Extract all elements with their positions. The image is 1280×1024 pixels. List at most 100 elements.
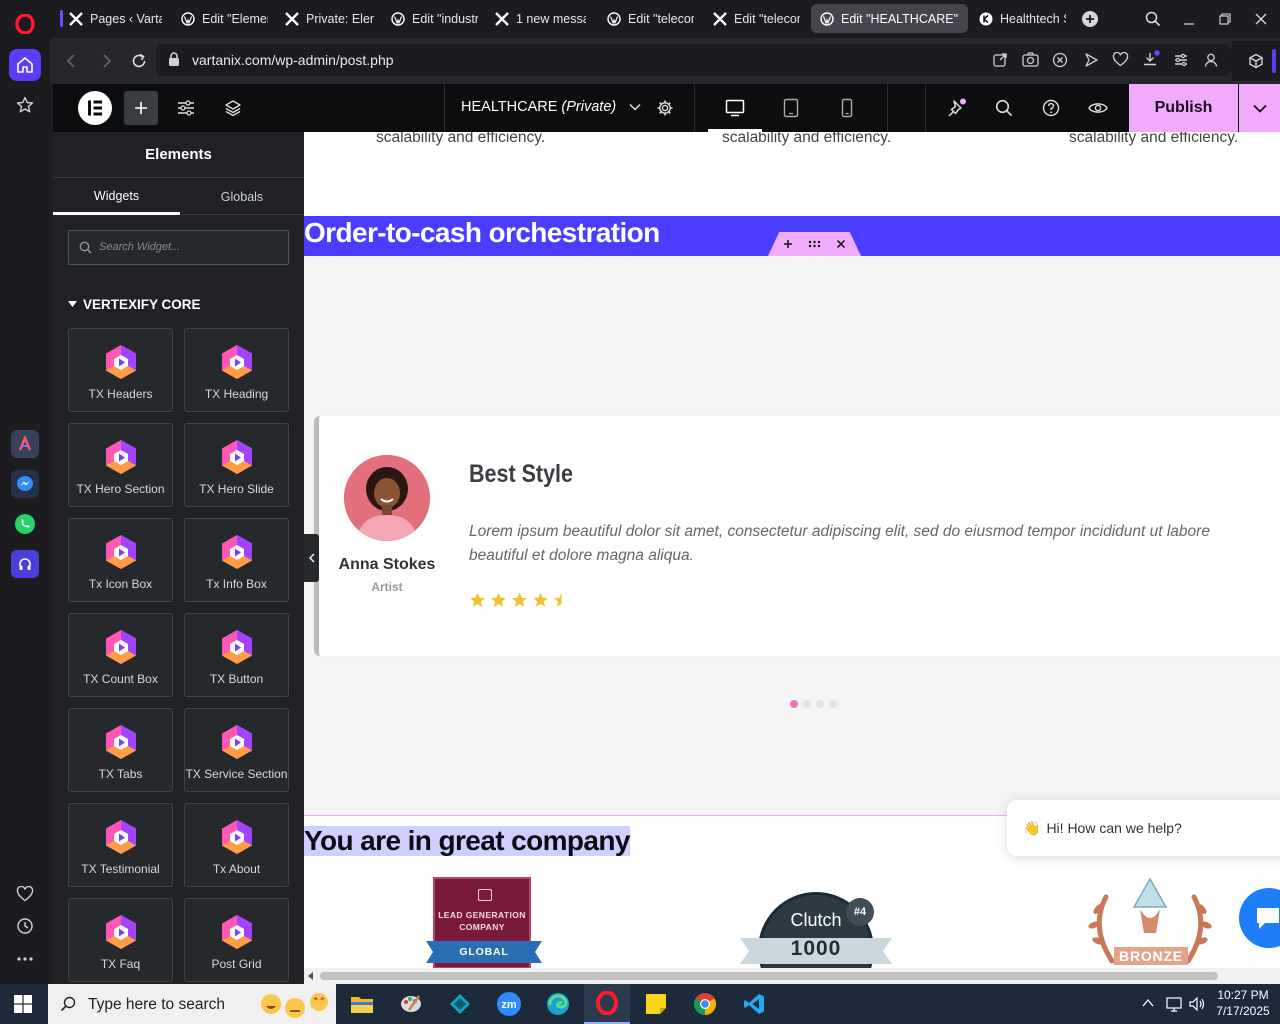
favorites-heart-icon[interactable] <box>1112 52 1129 67</box>
restore-icon[interactable] <box>1207 0 1243 38</box>
scroll-thumb[interactable] <box>320 972 1218 980</box>
tab-widgets[interactable]: Widgets <box>53 179 180 215</box>
edge-browser-icon[interactable] <box>535 984 581 1024</box>
widget-item[interactable]: TX Service Section <box>184 708 289 792</box>
widget-item[interactable]: TX Count Box <box>68 613 173 697</box>
share-icon[interactable] <box>992 52 1008 68</box>
flow-icon[interactable] <box>1083 52 1099 68</box>
badge-bronze-label: BRONZE <box>1119 948 1183 964</box>
chevron-up-icon[interactable] <box>1141 996 1155 1010</box>
easy-setup-icon[interactable] <box>1173 52 1189 68</box>
tab[interactable]: 1 new messag <box>486 4 594 33</box>
minimize-icon[interactable] <box>1171 0 1207 38</box>
search-widget-input[interactable]: Search Widget... <box>68 230 289 265</box>
category-header[interactable]: VERTEXIFY CORE <box>68 297 201 312</box>
widget-item[interactable]: Tx Info Box <box>184 518 289 602</box>
help-icon[interactable] <box>1040 84 1062 132</box>
scroll-left-icon[interactable] <box>308 972 314 980</box>
badge-line-2: COMPANY <box>459 922 505 932</box>
widget-item[interactable]: TX Heading <box>184 328 289 412</box>
zoom-app-icon[interactable]: zm <box>486 984 532 1024</box>
tradingview-icon[interactable] <box>437 984 483 1024</box>
desktop-view-icon[interactable] <box>708 84 762 132</box>
adblock-icon[interactable] <box>1052 52 1068 68</box>
add-element-button[interactable] <box>124 91 158 125</box>
widget-item[interactable]: TX Tabs <box>68 708 173 792</box>
tab[interactable]: Edit "telecomn <box>704 4 808 33</box>
svg-text:zm: zm <box>501 999 517 1011</box>
publish-button[interactable]: Publish <box>1129 84 1238 132</box>
whatsapp-icon[interactable] <box>11 510 39 538</box>
tab[interactable]: Edit "telecomn <box>598 4 702 33</box>
widget-item[interactable]: TX Testimonial <box>68 803 173 887</box>
tab[interactable]: Edit "Elementor <box>172 4 276 33</box>
profile-icon[interactable] <box>1203 52 1219 68</box>
file-explorer-icon[interactable] <box>339 984 385 1024</box>
widget-item[interactable]: TX Headers <box>68 328 173 412</box>
search-tabs-icon[interactable] <box>1135 0 1171 38</box>
url-field[interactable]: vartanix.com/wp-admin/post.php <box>156 44 1232 76</box>
forward-icon[interactable] <box>96 50 118 72</box>
collapse-panel-button[interactable] <box>304 534 319 582</box>
structure-layers-icon[interactable] <box>222 84 244 132</box>
tab-active[interactable]: Edit "HEALTHCARE" with <box>811 4 968 33</box>
preview-eye-icon[interactable] <box>1087 84 1109 132</box>
heart-icon[interactable] <box>9 878 41 910</box>
download-icon[interactable] <box>1142 50 1160 68</box>
history-icon[interactable] <box>9 910 41 942</box>
tab[interactable]: Private: Eleme <box>276 4 382 33</box>
tab[interactable]: Healthtech So <box>970 4 1074 33</box>
chat-greeting-bubble[interactable]: 👋 Hi! How can we help? <box>1007 800 1280 856</box>
close-window-icon[interactable] <box>1243 0 1279 38</box>
opera-taskbar-icon[interactable] <box>584 984 630 1024</box>
widget-item[interactable]: Tx Icon Box <box>68 518 173 602</box>
notes-pin-icon[interactable] <box>945 84 969 132</box>
widget-item[interactable]: TX Hero Section <box>68 423 173 507</box>
widget-item[interactable]: TX Hero Slide <box>184 423 289 507</box>
home-icon[interactable] <box>9 49 41 81</box>
clock[interactable]: 10:27 PM 7/17/2025 <box>1212 987 1274 1019</box>
search-icon[interactable] <box>993 84 1015 132</box>
network-icon[interactable] <box>1165 995 1183 1013</box>
slider-dot[interactable] <box>829 700 837 708</box>
widget-item[interactable]: Post Grid <box>184 898 289 982</box>
widget-item[interactable]: TX Faq <box>68 898 173 982</box>
publish-options-chevron-icon[interactable] <box>1239 84 1280 132</box>
widget-item[interactable]: TX Button <box>184 613 289 697</box>
tab-globals[interactable]: Globals <box>180 179 304 215</box>
paint-app-icon[interactable] <box>388 984 434 1024</box>
tab[interactable]: Pages ‹ Vartan <box>60 4 170 33</box>
slider-dot[interactable] <box>790 700 798 708</box>
volume-icon[interactable] <box>1188 995 1206 1013</box>
page-settings-gear-icon[interactable] <box>654 84 676 132</box>
slider-dot[interactable] <box>816 700 824 708</box>
more-icon[interactable] <box>9 943 41 975</box>
star-icon[interactable] <box>9 89 41 121</box>
section-handle[interactable] <box>768 232 861 256</box>
messenger-icon[interactable] <box>11 470 39 498</box>
chat-launcher-button[interactable] <box>1239 888 1280 948</box>
mobile-view-icon[interactable] <box>836 84 858 132</box>
back-icon[interactable] <box>60 50 82 72</box>
site-settings-icon[interactable] <box>175 84 197 132</box>
taskbar-search-box[interactable]: Type here to search <box>48 984 336 1024</box>
widget-logo-icon <box>221 440 252 474</box>
extensions-icon[interactable] <box>1232 41 1280 81</box>
elementor-logo-icon[interactable] <box>77 84 113 132</box>
aria-app-icon[interactable] <box>11 430 39 458</box>
windows-start-icon[interactable] <box>0 984 46 1024</box>
music-player-icon[interactable] <box>11 550 39 578</box>
opera-logo-icon[interactable] <box>9 8 41 40</box>
horizontal-scrollbar[interactable] <box>304 968 1280 984</box>
slider-dot[interactable] <box>803 700 811 708</box>
chrome-icon[interactable] <box>682 984 728 1024</box>
vscode-icon[interactable] <box>731 984 777 1024</box>
widget-item[interactable]: Tx About <box>184 803 289 887</box>
reload-icon[interactable] <box>128 50 150 72</box>
document-title-dropdown[interactable]: HEALTHCARE (Private) <box>461 99 641 115</box>
new-tab-button[interactable] <box>1082 11 1098 27</box>
tab[interactable]: Edit "industry- <box>382 4 486 33</box>
camera-icon[interactable] <box>1022 52 1039 67</box>
sticky-notes-icon[interactable] <box>633 984 679 1024</box>
tablet-view-icon[interactable] <box>780 84 802 132</box>
